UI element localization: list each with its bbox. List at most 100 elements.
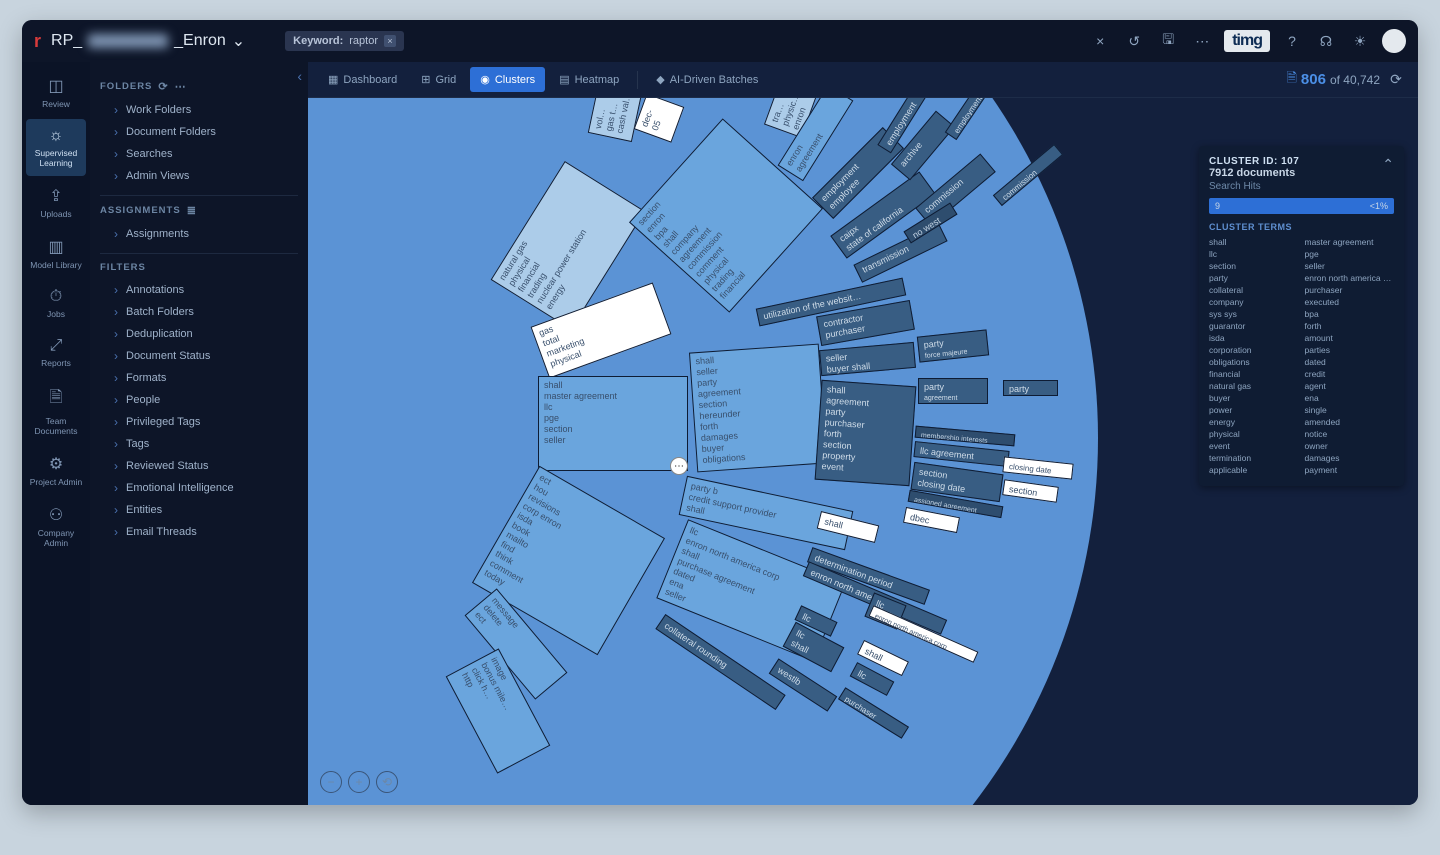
cluster-wedge[interactable]: shallsellerpartyagreementsectionhereunde…: [689, 344, 827, 473]
cluster-term[interactable]: amount: [1305, 332, 1395, 344]
tab-clusters[interactable]: ◉Clusters: [470, 67, 545, 92]
rail-item-project-admin[interactable]: ⚙Project Admin: [26, 446, 86, 495]
tab-heatmap[interactable]: ▤Heatmap: [549, 67, 629, 92]
filter-formats[interactable]: Formats: [100, 367, 298, 389]
cluster-term[interactable]: master agreement: [1305, 236, 1395, 248]
cluster-term[interactable]: guarantor: [1209, 320, 1299, 332]
rail-item-uploads[interactable]: ⇪Uploads: [26, 178, 86, 227]
save-icon[interactable]: 🖫: [1156, 29, 1180, 53]
cluster-wedge[interactable]: shallagreementpartypurchaserforthsection…: [815, 380, 917, 486]
rail-item-reports[interactable]: ⤢Reports: [26, 329, 86, 376]
filter-email-threads[interactable]: Email Threads: [100, 521, 298, 543]
cluster-term[interactable]: single: [1305, 404, 1395, 416]
folder-searches[interactable]: Searches: [100, 143, 298, 165]
filter-reviewed-status[interactable]: Reviewed Status: [100, 455, 298, 477]
cluster-term[interactable]: credit: [1305, 368, 1395, 380]
chevron-down-icon: ⌄: [232, 31, 245, 51]
support-icon[interactable]: ☊: [1314, 29, 1338, 53]
rail-item-company-admin[interactable]: ⚇Company Admin: [26, 497, 86, 556]
assignment-assignments[interactable]: Assignments: [100, 223, 298, 245]
supervised-learning-icon: ☼: [28, 127, 84, 145]
rail-item-model-library[interactable]: ▥Model Library: [26, 229, 86, 278]
filter-batch-folders[interactable]: Batch Folders: [100, 301, 298, 323]
cluster-term[interactable]: notice: [1305, 428, 1395, 440]
refresh-count-icon[interactable]: ⟳: [1384, 68, 1408, 92]
tab-dashboard[interactable]: ▦Dashboard: [318, 67, 407, 92]
chip-remove-icon[interactable]: ×: [384, 35, 396, 47]
cluster-term[interactable]: company: [1209, 296, 1299, 308]
cluster-wedge[interactable]: shallmaster agreementllcpgesectionseller: [538, 376, 688, 471]
cluster-term[interactable]: termination: [1209, 452, 1299, 464]
cluster-term[interactable]: energy: [1209, 416, 1299, 428]
cluster-term[interactable]: sys sys: [1209, 308, 1299, 320]
filter-emotional-intelligence[interactable]: Emotional Intelligence: [100, 477, 298, 499]
refresh-icon[interactable]: ⟳: [158, 80, 168, 93]
zoom-out-icon[interactable]: −: [320, 771, 342, 793]
reset-view-icon[interactable]: ⟲: [376, 771, 398, 793]
cluster-term[interactable]: executed: [1305, 296, 1395, 308]
cluster-term[interactable]: damages: [1305, 452, 1395, 464]
theme-icon[interactable]: ☀: [1348, 29, 1372, 53]
cluster-term[interactable]: obligations: [1209, 356, 1299, 368]
more-icon[interactable]: ⋯: [1190, 29, 1214, 53]
help-icon[interactable]: ?: [1280, 29, 1304, 53]
cluster-term[interactable]: llc: [1209, 248, 1299, 260]
folder-work-folders[interactable]: Work Folders: [100, 99, 298, 121]
zoom-in-icon[interactable]: +: [348, 771, 370, 793]
cluster-term[interactable]: purchaser: [1305, 284, 1395, 296]
cluster-term[interactable]: collateral: [1209, 284, 1299, 296]
filter-document-status[interactable]: Document Status: [100, 345, 298, 367]
cluster-term[interactable]: financial: [1209, 368, 1299, 380]
cluster-term[interactable]: seller: [1305, 260, 1395, 272]
tab-ai-batches[interactable]: ◆AI-Driven Batches: [646, 67, 768, 92]
list-icon[interactable]: ≣: [187, 204, 197, 217]
history-icon[interactable]: ↺: [1122, 29, 1146, 53]
filter-privileged-tags[interactable]: Privileged Tags: [100, 411, 298, 433]
filter-deduplication[interactable]: Deduplication: [100, 323, 298, 345]
cluster-term[interactable]: corporation: [1209, 344, 1299, 356]
rail-item-review[interactable]: ◫Review: [26, 68, 86, 117]
rail-item-team-documents[interactable]: 🗎Team Documents: [26, 378, 86, 444]
filter-entities[interactable]: Entities: [100, 499, 298, 521]
tab-grid[interactable]: ⊞Grid: [411, 67, 466, 92]
cluster-term[interactable]: enron north america …: [1305, 272, 1395, 284]
folder-document-folders[interactable]: Document Folders: [100, 121, 298, 143]
cluster-wedge[interactable]: party: [1003, 380, 1058, 396]
cluster-term[interactable]: event: [1209, 440, 1299, 452]
folders-more-icon[interactable]: ⋯: [175, 80, 187, 93]
cluster-term[interactable]: buyer: [1209, 392, 1299, 404]
cluster-term[interactable]: owner: [1305, 440, 1395, 452]
rail-item-supervised-learning[interactable]: ☼Supervised Learning: [26, 119, 86, 176]
cluster-term[interactable]: natural gas: [1209, 380, 1299, 392]
rail-item-jobs[interactable]: ⏱Jobs: [26, 280, 86, 327]
cluster-term[interactable]: party: [1209, 272, 1299, 284]
filter-tags[interactable]: Tags: [100, 433, 298, 455]
cluster-term[interactable]: amended: [1305, 416, 1395, 428]
cluster-wedge[interactable]: partyagreement: [918, 378, 988, 404]
wedge-expand-icon[interactable]: ⋯: [670, 457, 688, 475]
cluster-term[interactable]: bpa: [1305, 308, 1395, 320]
collapse-sidebar-icon[interactable]: ‹: [297, 68, 302, 84]
cluster-term[interactable]: applicable: [1209, 464, 1299, 476]
folder-admin-views[interactable]: Admin Views: [100, 165, 298, 187]
cluster-term[interactable]: physical: [1209, 428, 1299, 440]
search-chip[interactable]: Keyword: raptor ×: [285, 31, 404, 51]
clear-search-icon[interactable]: ×: [1088, 29, 1112, 53]
cluster-term[interactable]: parties: [1305, 344, 1395, 356]
project-selector[interactable]: RP_ xxxxxx _Enron ⌄: [51, 31, 245, 51]
cluster-term[interactable]: section: [1209, 260, 1299, 272]
cluster-term[interactable]: forth: [1305, 320, 1395, 332]
filter-people[interactable]: People: [100, 389, 298, 411]
cluster-term[interactable]: shall: [1209, 236, 1299, 248]
cluster-term[interactable]: ena: [1305, 392, 1395, 404]
avatar[interactable]: [1382, 29, 1406, 53]
cluster-term[interactable]: agent: [1305, 380, 1395, 392]
cluster-viz[interactable]: natural gasphysicalfinancialtradingnucle…: [308, 98, 1418, 805]
filter-annotations[interactable]: Annotations: [100, 279, 298, 301]
cluster-term[interactable]: dated: [1305, 356, 1395, 368]
cluster-term[interactable]: payment: [1305, 464, 1395, 476]
collapse-panel-icon[interactable]: ⌃: [1382, 156, 1394, 173]
cluster-term[interactable]: pge: [1305, 248, 1395, 260]
cluster-term[interactable]: isda: [1209, 332, 1299, 344]
cluster-term[interactable]: power: [1209, 404, 1299, 416]
